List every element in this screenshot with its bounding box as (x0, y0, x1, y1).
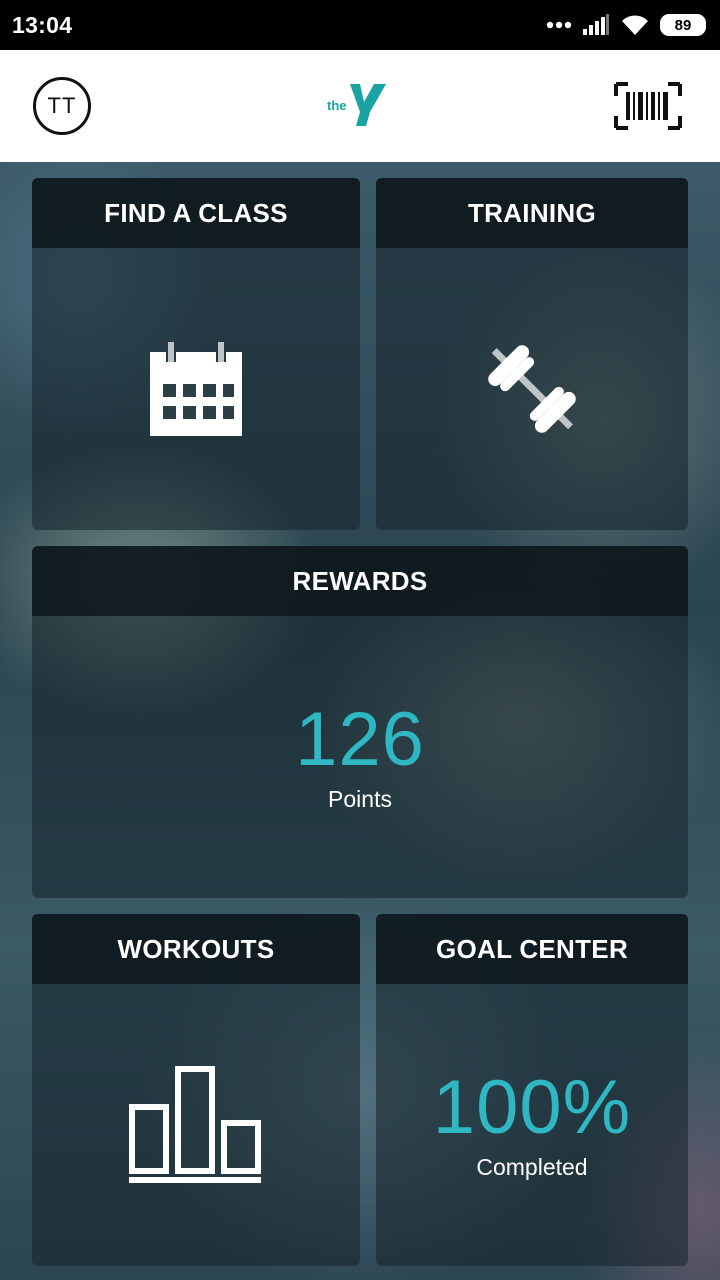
signal-icon (583, 14, 609, 35)
workouts-header: WORKOUTS (32, 914, 360, 984)
status-icons: 89 (546, 13, 706, 37)
workouts-tile[interactable]: WORKOUTS (32, 914, 360, 1266)
goal-center-tile[interactable]: GOAL CENTER 100% Completed (376, 914, 688, 1266)
status-bar: 13:04 89 (0, 0, 720, 50)
goal-center-title: GOAL CENTER (435, 933, 629, 964)
rewards-title: REWARDS (292, 565, 428, 596)
rewards-tile[interactable]: REWARDS 126 Points (32, 546, 688, 898)
rewards-points-label: Points (328, 785, 392, 812)
find-a-class-header: FIND A CLASS (32, 178, 360, 248)
barcode-icon[interactable] (614, 82, 682, 130)
ymca-logo: the (327, 84, 386, 126)
training-tile[interactable]: TRAINING (376, 178, 688, 530)
workouts-title: WORKOUTS (117, 933, 275, 964)
app-header: TT the (0, 50, 720, 162)
battery-level: 89 (674, 16, 692, 34)
find-a-class-tile[interactable]: FIND A CLASS (32, 178, 360, 530)
rewards-points-value: 126 (295, 696, 425, 782)
goal-center-value: 100% (432, 1064, 632, 1150)
wifi-icon (622, 15, 648, 35)
goal-center-header: GOAL CENTER (376, 914, 688, 984)
find-a-class-title: FIND A CLASS (104, 197, 288, 228)
find-a-class-body (32, 248, 360, 530)
goal-center-body: 100% Completed (376, 984, 688, 1266)
workouts-body (32, 984, 360, 1266)
training-header: TRAINING (376, 178, 688, 248)
bar-chart-icon (129, 1066, 261, 1183)
goal-center-label: Completed (476, 1153, 588, 1180)
rewards-body: 126 Points (32, 616, 688, 898)
training-title: TRAINING (467, 197, 597, 228)
status-time: 13:04 (12, 11, 73, 38)
avatar-initials: TT (47, 93, 77, 118)
dumbbell-icon (488, 345, 576, 433)
calendar-icon (150, 342, 242, 436)
battery-icon: 89 (660, 14, 706, 36)
logo-text: the (327, 98, 347, 113)
training-body (376, 248, 688, 530)
rewards-header: REWARDS (32, 546, 688, 616)
avatar-button[interactable]: TT (33, 77, 91, 135)
dots-icon (546, 21, 572, 29)
